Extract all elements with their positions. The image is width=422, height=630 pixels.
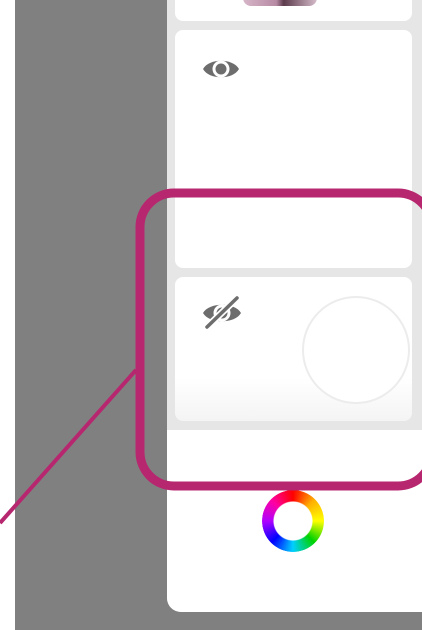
empty-layer-thumbnail xyxy=(302,296,410,404)
color-wheel-icon[interactable] xyxy=(262,490,324,552)
layer-card-hidden[interactable] xyxy=(175,277,412,421)
layer-thumbnail xyxy=(243,0,317,6)
eye-off-icon[interactable] xyxy=(200,294,244,331)
layer-card-visible[interactable] xyxy=(175,30,412,268)
eye-icon[interactable] xyxy=(201,54,241,84)
layer-card-partial[interactable] xyxy=(175,0,412,21)
